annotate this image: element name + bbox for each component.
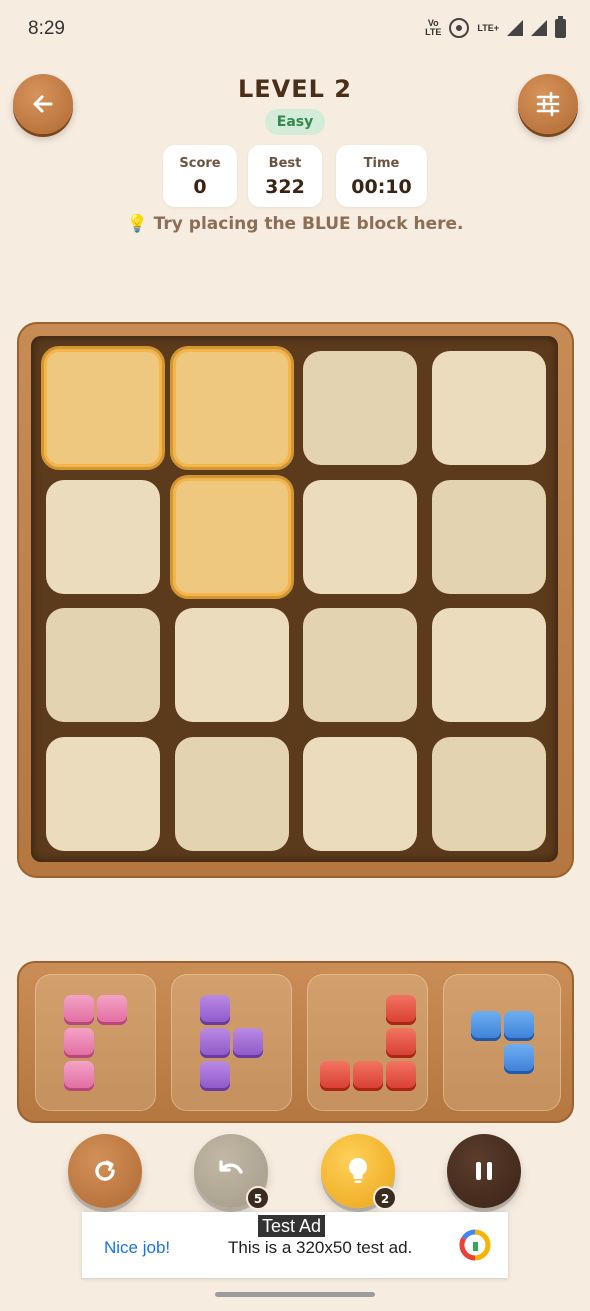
red-piece-block[interactable] [385,1027,416,1058]
time-label: Time [363,156,400,171]
pink-piece-block[interactable] [97,994,127,1025]
hotspot-icon [449,18,470,38]
best-card: Best 322 [248,145,322,207]
score-value: 0 [193,176,207,198]
red-piece-block[interactable] [385,1060,416,1091]
piece-slot-2[interactable] [171,974,292,1111]
purple-piece-block[interactable] [233,1027,263,1058]
undo-button[interactable]: 5 [194,1134,270,1210]
status-bar: 8:29 Vo LTE LTE+ [0,0,590,62]
board-cell-1-2[interactable] [303,479,417,594]
hint-button[interactable]: 2 [321,1134,397,1210]
time-value: 00:10 [351,176,412,198]
red-piece-block[interactable] [319,1060,350,1091]
best-label: Best [268,156,302,171]
board-cell-2-0[interactable] [46,608,160,722]
score-label: Score [179,156,221,171]
ad-logo-icon[interactable] [458,1228,492,1262]
pause-icon [476,1162,492,1180]
red-piece-block[interactable] [352,1060,383,1091]
restart-icon [95,1160,115,1181]
undo-count-badge: 5 [246,1186,270,1210]
board-cell-1-1[interactable] [169,474,294,599]
board-cell-0-1[interactable] [169,346,294,470]
level-title: LEVEL 2 [237,75,352,103]
blue-piece-block[interactable] [503,1044,534,1074]
piece-slot-1[interactable] [35,974,156,1111]
battery-icon [555,15,566,38]
pink-piece-block[interactable] [64,994,94,1025]
board-cell-0-3[interactable] [431,351,546,465]
board-cell-0-0[interactable] [41,346,165,470]
hint-bulb-icon [349,1158,367,1183]
board-cell-3-0[interactable] [46,736,160,851]
board-cell-2-2[interactable] [303,608,417,722]
hint-count-badge: 2 [373,1186,397,1210]
piece-slot-4[interactable] [443,974,561,1111]
ad-body: This is a 320x50 test ad. [228,1238,413,1257]
hint-message: 💡 Try placing the BLUE block here. [0,214,590,234]
board-cell-1-3[interactable] [431,479,546,594]
pink-piece-block[interactable] [64,1060,94,1091]
restart-button[interactable] [68,1134,142,1208]
hint-text: Try placing the BLUE block here. [153,214,464,234]
board-cell-3-3[interactable] [431,736,546,851]
difficulty-badge: Easy [265,109,325,135]
board-cell-3-1[interactable] [174,736,289,851]
board-cell-3-2[interactable] [303,736,417,851]
network-type-label: LTE+ [477,22,499,33]
red-piece-block[interactable] [385,994,416,1025]
pause-button[interactable] [447,1134,521,1208]
signal-icon [507,20,523,36]
ad-headline[interactable]: Nice job! [104,1238,170,1258]
best-value: 322 [265,176,305,198]
blue-piece-block[interactable] [503,1011,534,1041]
volte-icon: Vo LTE [425,18,442,37]
board-cell-2-3[interactable] [431,608,546,722]
board-cell-1-0[interactable] [46,479,160,594]
board-cell-2-1[interactable] [174,608,289,722]
status-time: 8:29 [28,18,65,39]
status-icons: Vo LTE LTE+ [425,15,566,38]
gesture-nav-bar[interactable] [215,1292,375,1297]
purple-piece-block[interactable] [200,1027,230,1058]
bulb-icon: 💡 [126,214,148,234]
time-card: Time 00:10 [336,145,427,207]
pink-piece-block[interactable] [64,1027,94,1058]
signal-icon-2 [531,20,547,36]
purple-piece-block[interactable] [200,1060,230,1091]
score-card: Score 0 [163,145,237,207]
ad-tag: Test Ad [258,1215,326,1237]
board-cell-0-2[interactable] [303,351,417,465]
blue-piece-block[interactable] [470,1011,501,1041]
purple-piece-block[interactable] [200,994,230,1025]
undo-icon [219,1160,243,1174]
